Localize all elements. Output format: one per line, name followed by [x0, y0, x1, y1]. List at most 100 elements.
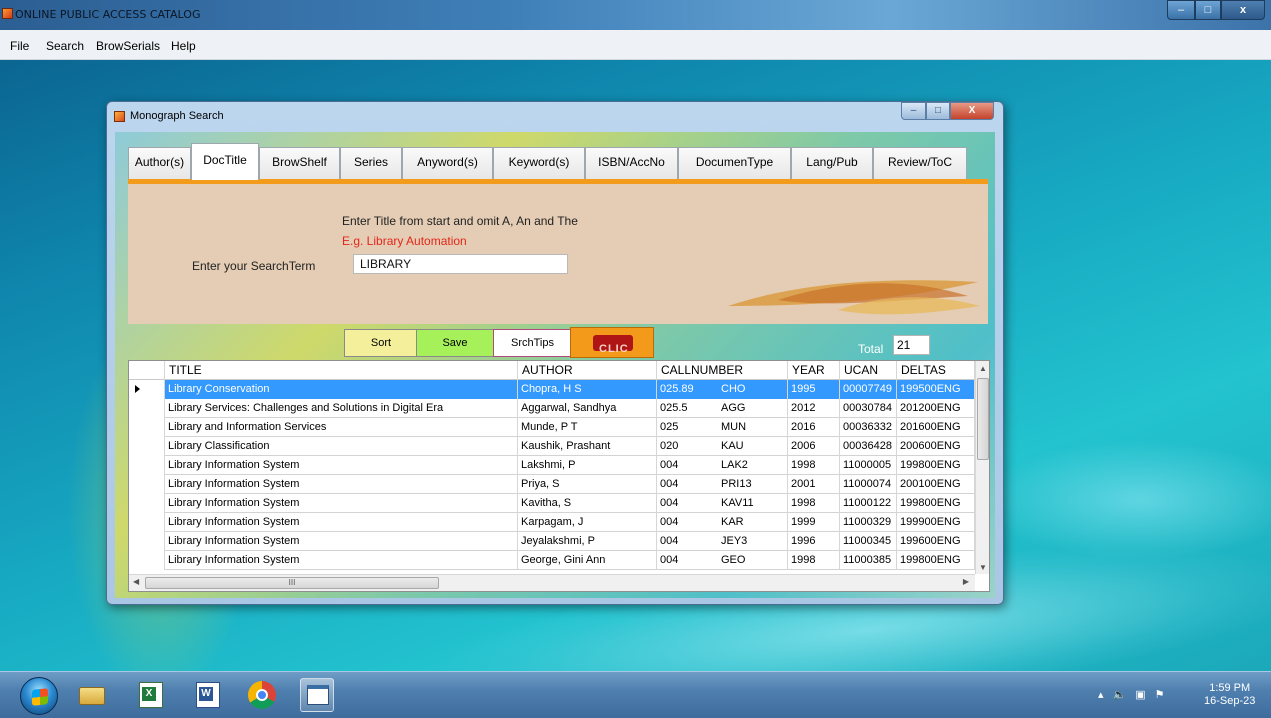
cell-year[interactable]: 1998	[788, 494, 840, 513]
cell-author[interactable]: Karpagam, J	[518, 513, 657, 532]
row-header[interactable]	[129, 418, 165, 437]
cell-title[interactable]: Library Information System	[165, 551, 518, 570]
cell-author[interactable]: Jeyalakshmi, P	[518, 532, 657, 551]
table-row[interactable]: Library Information System Priya, S 004 PRI…	[129, 475, 975, 494]
column-header-title[interactable]: TITLE	[165, 361, 518, 380]
cell-callnumber[interactable]: 025.5 AGG	[657, 399, 788, 418]
cell-author[interactable]: Aggarwal, Sandhya	[518, 399, 657, 418]
scroll-left-arrow-icon[interactable]: ◀	[133, 577, 139, 586]
table-row[interactable]: Library Information System Karpagam, J 004…	[129, 513, 975, 532]
dialog-minimize-button[interactable]: –	[901, 102, 926, 120]
row-header[interactable]	[129, 399, 165, 418]
cell-author[interactable]: George, Gini Ann	[518, 551, 657, 570]
cell-title[interactable]: Library Services: Challenges and Solutio…	[165, 399, 518, 418]
cell-ucan[interactable]: 11000122	[840, 494, 897, 513]
sort-button[interactable]: Sort	[344, 329, 418, 357]
cell-author[interactable]: Lakshmi, P	[518, 456, 657, 475]
tab-review-toc[interactable]: Review/ToC	[873, 147, 967, 179]
cell-title[interactable]: Library Conservation	[165, 380, 518, 399]
dialog-close-button[interactable]: X	[950, 102, 994, 120]
cell-title[interactable]: Library Information System	[165, 513, 518, 532]
dialog-maximize-button[interactable]: □	[926, 102, 950, 120]
table-row[interactable]: Library Information System Kavitha, S 004 K…	[129, 494, 975, 513]
cell-year[interactable]: 1999	[788, 513, 840, 532]
cell-deltas[interactable]: 200100ENG	[897, 475, 975, 494]
cell-year[interactable]: 2016	[788, 418, 840, 437]
row-header[interactable]	[129, 551, 165, 570]
cell-ucan[interactable]: 11000385	[840, 551, 897, 570]
cell-ucan[interactable]: 00007749	[840, 380, 897, 399]
column-header-year[interactable]: YEAR	[788, 361, 840, 380]
table-row[interactable]: Library Information System Lakshmi, P 004 L…	[129, 456, 975, 475]
cell-callnumber[interactable]: 004 PRI13	[657, 475, 788, 494]
cell-callnumber[interactable]: 025 MUN	[657, 418, 788, 437]
column-header-deltas[interactable]: DELTAS	[897, 361, 975, 380]
cell-ucan[interactable]: 00030784	[840, 399, 897, 418]
app-maximize-button[interactable]: □	[1195, 0, 1221, 20]
cell-callnumber[interactable]: 020 KAU	[657, 437, 788, 456]
cell-title[interactable]: Library Classification	[165, 437, 518, 456]
row-header[interactable]	[129, 494, 165, 513]
cell-year[interactable]: 1998	[788, 456, 840, 475]
clic-logo-button[interactable]: CLIC	[570, 327, 654, 358]
cell-year[interactable]: 2001	[788, 475, 840, 494]
cell-callnumber[interactable]: 004 KAV11	[657, 494, 788, 513]
cell-deltas[interactable]: 199800ENG	[897, 456, 975, 475]
windows-start-icon[interactable]	[20, 677, 58, 715]
show-hidden-icons-icon[interactable]: ▴	[1098, 688, 1104, 701]
tab-doctitle[interactable]: DocTitle	[191, 143, 259, 180]
cell-author[interactable]: Priya, S	[518, 475, 657, 494]
cell-deltas[interactable]: 199600ENG	[897, 532, 975, 551]
tab-lang-pub[interactable]: Lang/Pub	[791, 147, 873, 179]
cell-year[interactable]: 1995	[788, 380, 840, 399]
app-window-icon[interactable]	[300, 678, 334, 712]
volume-icon[interactable]: 🔈	[1113, 688, 1127, 701]
horizontal-scrollbar[interactable]: ◀ III ▶	[129, 574, 975, 591]
excel-icon[interactable]: X	[133, 678, 167, 712]
cell-ucan[interactable]: 00036428	[840, 437, 897, 456]
cell-year[interactable]: 1996	[788, 532, 840, 551]
table-row[interactable]: Library Classification Kaushik, Prashant 0…	[129, 437, 975, 456]
cell-callnumber[interactable]: 004 KAR	[657, 513, 788, 532]
cell-author[interactable]: Chopra, H S	[518, 380, 657, 399]
column-header-callnumber[interactable]: CALLNUMBER	[657, 361, 788, 380]
cell-deltas[interactable]: 199500ENG	[897, 380, 975, 399]
column-header-author[interactable]: AUTHOR	[518, 361, 657, 380]
cell-ucan[interactable]: 00036332	[840, 418, 897, 437]
cell-author[interactable]: Kaushik, Prashant	[518, 437, 657, 456]
tab-authors[interactable]: Author(s)	[128, 147, 191, 179]
cell-callnumber[interactable]: 004 GEO	[657, 551, 788, 570]
taskbar-clock[interactable]: 1:59 PM 16-Sep-23	[1204, 682, 1255, 708]
network-icon[interactable]: ▣	[1135, 688, 1145, 701]
tab-series[interactable]: Series	[340, 147, 402, 179]
scroll-up-arrow-icon[interactable]: ▲	[979, 364, 987, 373]
row-header[interactable]	[129, 513, 165, 532]
tab-isbn-accno[interactable]: ISBN/AccNo	[585, 147, 678, 179]
horizontal-scroll-thumb[interactable]: III	[145, 577, 439, 589]
tab-keywords[interactable]: Keyword(s)	[493, 147, 585, 179]
cell-deltas[interactable]: 199800ENG	[897, 551, 975, 570]
menu-help[interactable]: Help	[171, 39, 196, 53]
save-button[interactable]: Save	[416, 329, 494, 357]
menu-browserials[interactable]: BrowSerials	[96, 39, 160, 53]
row-header[interactable]	[129, 532, 165, 551]
column-header-ucan[interactable]: UCAN	[840, 361, 897, 380]
cell-deltas[interactable]: 201600ENG	[897, 418, 975, 437]
cell-ucan[interactable]: 11000329	[840, 513, 897, 532]
file-explorer-icon[interactable]	[75, 678, 109, 712]
table-row[interactable]: Library Information System Jeyalakshmi, P…	[129, 532, 975, 551]
row-header[interactable]	[129, 380, 165, 399]
menu-search[interactable]: Search	[46, 39, 84, 53]
scroll-right-arrow-icon[interactable]: ▶	[963, 577, 969, 586]
cell-year[interactable]: 1998	[788, 551, 840, 570]
cell-year[interactable]: 2012	[788, 399, 840, 418]
cell-callnumber[interactable]: 025.89 CHO	[657, 380, 788, 399]
cell-callnumber[interactable]: 004 JEY3	[657, 532, 788, 551]
tab-browshelf[interactable]: BrowShelf	[259, 147, 340, 179]
cell-ucan[interactable]: 11000074	[840, 475, 897, 494]
cell-title[interactable]: Library Information System	[165, 494, 518, 513]
cell-title[interactable]: Library and Information Services	[165, 418, 518, 437]
cell-ucan[interactable]: 11000005	[840, 456, 897, 475]
search-tips-button[interactable]: SrchTips	[493, 329, 572, 357]
cell-ucan[interactable]: 11000345	[840, 532, 897, 551]
